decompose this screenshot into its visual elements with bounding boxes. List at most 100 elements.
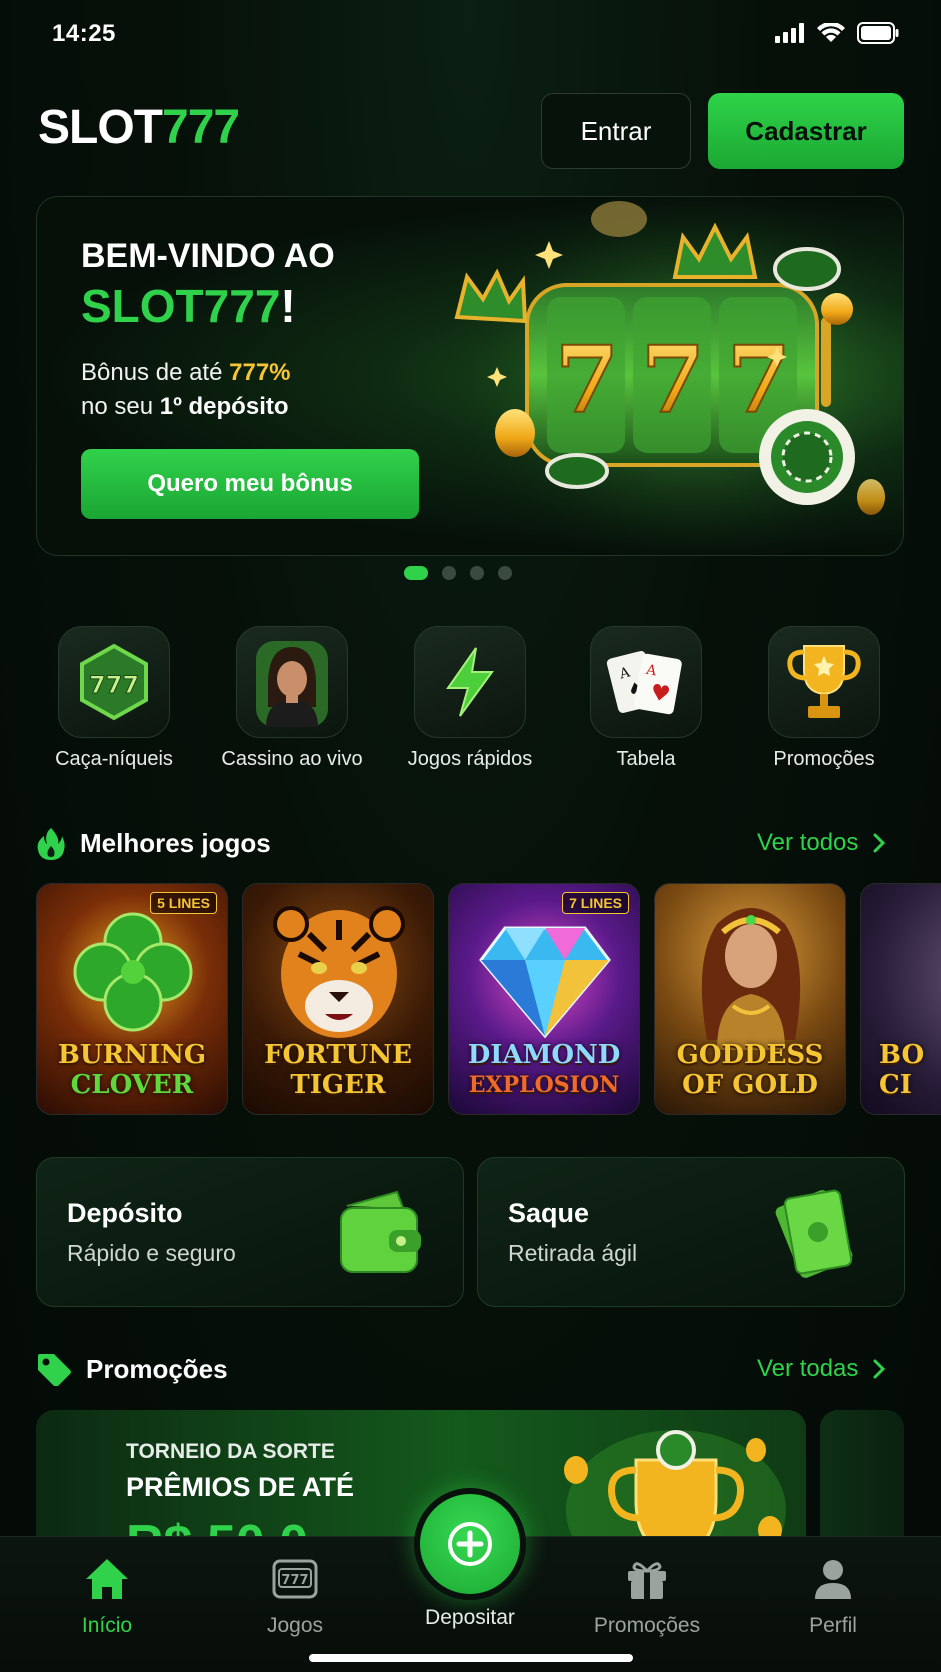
withdraw-card[interactable]: Saque Retirada ágil xyxy=(477,1157,905,1307)
carousel-dots[interactable] xyxy=(404,566,512,580)
category-label: Caça-níqueis xyxy=(55,748,173,770)
see-all-games-label: Ver todos xyxy=(757,829,859,856)
lines-badge: 5 LINES xyxy=(150,892,217,914)
signal-icon xyxy=(775,23,804,43)
gift-icon xyxy=(628,1562,666,1599)
claim-bonus-button[interactable]: Quero meu bônus xyxy=(81,449,419,519)
game-title: GODDESS OF GOLD xyxy=(655,1040,845,1100)
lines-badge: 7 LINES xyxy=(562,892,629,914)
see-all-promotions-link[interactable]: Ver todas xyxy=(757,1355,886,1383)
fire-icon xyxy=(37,828,65,860)
nav-profile[interactable]: Perfil xyxy=(758,1557,908,1638)
carousel-dot-4[interactable] xyxy=(498,566,512,580)
game-card[interactable]: GODDESS OF GOLD xyxy=(654,883,846,1115)
hero-brand: SLOT777! xyxy=(81,279,296,333)
cash-icon xyxy=(775,1189,853,1278)
login-button[interactable]: Entrar xyxy=(541,93,691,169)
nav-promotions-label: Promoções xyxy=(593,1614,701,1637)
nav-home[interactable]: Início xyxy=(32,1557,182,1638)
category-slots[interactable]: 777 Caça-níqueis xyxy=(34,626,194,771)
hero-brand-text: SLOT777 xyxy=(81,280,281,332)
game-title: FORTUNE TIGER xyxy=(243,1040,433,1100)
game-title-line2: CLOVER xyxy=(70,1070,194,1100)
best-games-title: Melhores jogos xyxy=(80,827,271,858)
slot-machine-illustration: 7 7 7 xyxy=(437,197,903,555)
logo-text: SLOT xyxy=(38,101,163,154)
promo-subtitle: TORNEIO DA SORTE xyxy=(126,1440,335,1463)
category-label: Cassino ao vivo xyxy=(221,748,363,770)
promo-title: PRÊMIOS DE ATÉ xyxy=(126,1472,355,1502)
hero-deposit-text: no seu 1º depósito xyxy=(81,393,289,421)
svg-text:777: 777 xyxy=(281,1573,308,1588)
status-time: 14:25 xyxy=(52,20,116,47)
deposit-card[interactable]: Depósito Rápido e seguro xyxy=(36,1157,464,1307)
chevron-right-icon xyxy=(873,833,886,853)
playing-cards-icon: A ♠ A ♥ xyxy=(590,626,702,738)
game-title-line2: TIGER xyxy=(290,1070,386,1100)
hero-bonus-value: 777% xyxy=(229,359,291,386)
diamond-icon xyxy=(479,926,611,1039)
home-icon xyxy=(86,1559,128,1599)
nav-promotions[interactable]: Promoções xyxy=(572,1557,722,1638)
game-title-line1: DIAMOND xyxy=(467,1040,621,1070)
nav-home-label: Início xyxy=(81,1614,133,1637)
category-label: Promoções xyxy=(773,748,875,770)
app-logo[interactable]: SLOT777 xyxy=(38,100,240,155)
hero-brand-excl: ! xyxy=(280,280,296,332)
carousel-dot-3[interactable] xyxy=(470,566,484,580)
hero-title: BEM-VINDO AO xyxy=(81,237,335,275)
goddess-icon xyxy=(701,908,801,1050)
slot-machine-icon: 777 xyxy=(272,1559,318,1599)
svg-text:7: 7 xyxy=(555,326,619,434)
tag-icon xyxy=(38,1354,71,1386)
category-live-casino[interactable]: Cassino ao vivo xyxy=(212,626,372,771)
nav-profile-label: Perfil xyxy=(809,1614,857,1637)
promotions-title: Promoções xyxy=(86,1353,228,1384)
carousel-dot-1[interactable] xyxy=(404,566,428,580)
home-indicator[interactable] xyxy=(309,1654,633,1662)
wallet-icon xyxy=(340,1190,421,1273)
game-card[interactable]: 5 LINES BURNING CLOVER xyxy=(36,883,228,1115)
best-games-header: Melhores jogos xyxy=(36,826,271,860)
game-title-line2: OF GOLD xyxy=(682,1070,818,1100)
tiger-icon xyxy=(273,906,405,1038)
deposit-fab-button[interactable] xyxy=(414,1488,526,1600)
deposit-title: Depósito xyxy=(67,1198,183,1228)
hero-deposit-bold: 1º depósito xyxy=(159,393,289,420)
promotions-header: Promoções xyxy=(36,1352,228,1386)
category-quick-games[interactable]: Jogos rápidos xyxy=(390,626,550,771)
game-card[interactable]: BO CI xyxy=(860,883,941,1115)
category-promotions[interactable]: Promoções xyxy=(744,626,904,771)
category-label: Jogos rápidos xyxy=(407,748,533,770)
game-title: BO CI xyxy=(879,1040,941,1100)
user-icon xyxy=(815,1560,851,1599)
game-card[interactable]: FORTUNE TIGER xyxy=(242,883,434,1115)
live-dealer-icon xyxy=(236,626,348,738)
carousel-dot-2[interactable] xyxy=(442,566,456,580)
clover-icon xyxy=(73,912,193,1032)
see-all-games-link[interactable]: Ver todos xyxy=(757,829,886,857)
trophy-icon xyxy=(768,626,880,738)
nav-games-label: Jogos xyxy=(266,1614,324,1637)
slot-777-icon: 777 xyxy=(58,626,170,738)
game-title-line1: BO xyxy=(879,1040,925,1070)
game-title: DIAMOND EXPLOSION xyxy=(449,1040,639,1100)
status-icons xyxy=(775,22,899,44)
game-title-line2: CI xyxy=(879,1070,912,1100)
hero-banner[interactable]: BEM-VINDO AO SLOT777! Bônus de até 777% … xyxy=(36,196,904,556)
category-label: Tabela xyxy=(616,748,676,770)
nav-deposit-label[interactable]: Depositar xyxy=(400,1606,540,1630)
chevron-right-icon xyxy=(873,1359,886,1379)
signup-button[interactable]: Cadastrar xyxy=(708,93,904,169)
deposit-subtitle: Rápido e seguro xyxy=(67,1240,236,1266)
game-card[interactable]: 7 LINES DIAMOND EXPLOSION xyxy=(448,883,640,1115)
game-title-line2: EXPLOSION xyxy=(468,1072,620,1098)
nav-games[interactable]: 777 Jogos xyxy=(220,1557,370,1638)
game-title-line1: GODDESS xyxy=(676,1040,824,1070)
category-table[interactable]: A ♠ A ♥ Tabela xyxy=(566,626,726,771)
plus-circle-icon xyxy=(448,1522,492,1566)
game-title-line1: BURNING xyxy=(57,1040,207,1070)
games-carousel[interactable]: 5 LINES BURNING CLOVER FORTUNE TIGER 7 L… xyxy=(36,883,941,1115)
withdraw-subtitle: Retirada ágil xyxy=(508,1240,638,1266)
game-title: BURNING CLOVER xyxy=(37,1040,227,1100)
